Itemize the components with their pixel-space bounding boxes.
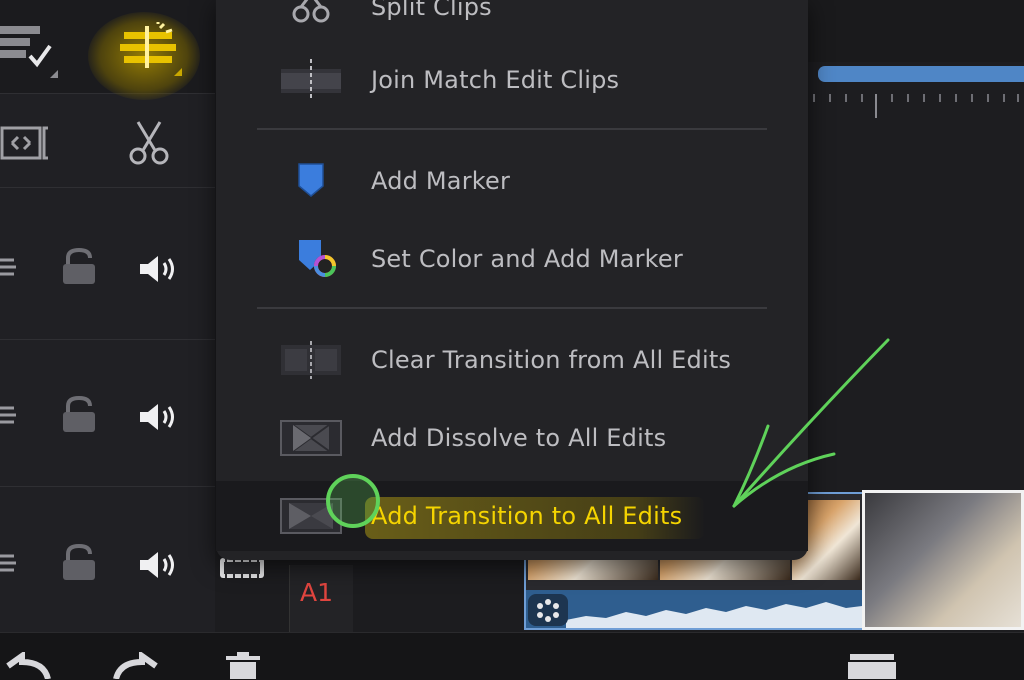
lock-icon[interactable] [60,544,98,582]
annotation-arrow [700,330,900,520]
track-row [0,487,215,633]
touch-cursor [326,474,380,528]
scissors-icon[interactable] [128,120,170,166]
speaker-icon[interactable] [138,402,180,432]
lock-icon[interactable] [60,396,98,434]
clip-actions-icon[interactable] [116,22,188,78]
audio-track-label: A1 [300,578,334,607]
menu-separator [257,307,767,309]
trash-icon[interactable] [224,652,262,679]
speaker-icon[interactable] [138,254,180,284]
color-marker-icon [279,238,343,280]
track-enable-icon[interactable] [0,400,18,430]
menu-item-add-marker[interactable]: Add Marker [216,146,808,216]
monitor-icon[interactable] [846,652,898,679]
track-row [0,188,215,340]
audio-waveform [526,590,862,628]
timeline-ruler[interactable] [808,88,1024,126]
timeline-header [808,0,1024,62]
track-enable-icon[interactable] [0,548,18,578]
join-clips-icon [279,59,343,101]
marker-icon [279,160,343,202]
dissolve-icon [279,417,343,459]
split-clips-icon [279,0,343,28]
timeline-range-bar[interactable] [818,66,1024,82]
redo-icon[interactable] [112,652,160,679]
menu-separator [257,128,767,130]
clip-fx-icon[interactable] [528,594,568,626]
speaker-icon[interactable] [138,550,180,580]
menu-item-join-clips[interactable]: Join Match Edit Clips [216,45,808,115]
menu-item-split-clips[interactable]: Split Clips [216,0,808,42]
undo-icon[interactable] [4,652,52,679]
track-row [0,340,215,487]
menu-item-set-color-marker[interactable]: Set Color and Add Marker [216,224,808,294]
timeline-options-icon[interactable] [0,22,60,80]
track-enable-icon[interactable] [0,252,18,282]
clear-transition-icon [279,339,343,381]
trim-icon[interactable] [0,124,56,164]
lock-icon[interactable] [60,248,98,286]
